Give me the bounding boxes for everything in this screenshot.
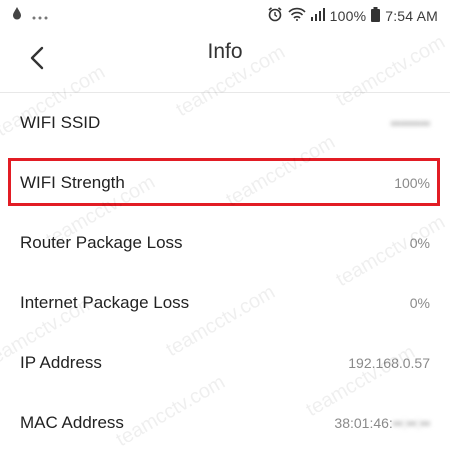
status-left-icons	[12, 6, 48, 23]
status-time: 7:54 AM	[385, 7, 438, 24]
wifi-ssid-value: ••••••••	[390, 115, 430, 131]
row-wifi-ssid: WIFI SSID ••••••••	[0, 94, 450, 154]
status-right-icons: 100% 7:54 AM	[267, 6, 438, 25]
internet-package-loss-value: 0%	[409, 295, 430, 311]
mac-address-value: 38:01:46:••:••:••	[334, 415, 430, 431]
battery-icon	[371, 6, 381, 25]
router-package-loss-label: Router Package Loss	[20, 233, 183, 252]
status-bar: 100% 7:54 AM	[0, 0, 450, 30]
header-divider	[0, 92, 450, 93]
wifi-strength-label: WIFI Strength	[20, 173, 125, 192]
mac-address-hidden: ••:••:••	[392, 415, 430, 431]
wifi-strength-value: 100%	[394, 175, 430, 191]
mac-address-prefix: 38:01:46:	[334, 415, 393, 431]
more-notifications-icon	[32, 7, 48, 23]
signal-icon	[310, 7, 325, 24]
ip-address-label: IP Address	[20, 353, 102, 372]
row-ip-address: IP Address 192.168.0.57	[0, 334, 450, 394]
router-package-loss-value: 0%	[409, 235, 430, 251]
battery-percentage: 100%	[329, 7, 367, 24]
row-router-package-loss: Router Package Loss 0%	[0, 214, 450, 274]
row-internet-package-loss: Internet Package Loss 0%	[0, 274, 450, 334]
wifi-ssid-label: WIFI SSID	[20, 113, 101, 132]
alarm-icon	[267, 6, 283, 25]
row-mac-address: MAC Address 38:01:46:••:••:••	[0, 394, 450, 454]
ip-address-value: 192.168.0.57	[348, 355, 430, 371]
info-list: WIFI SSID •••••••• WIFI Strength 100% Ro…	[0, 94, 450, 454]
internet-package-loss-label: Internet Package Loss	[20, 293, 190, 312]
drop-icon	[12, 6, 22, 23]
wifi-icon	[288, 7, 306, 24]
app-header: Info	[0, 30, 450, 86]
mac-address-label: MAC Address	[20, 413, 124, 432]
page-title: Info	[207, 40, 243, 63]
row-wifi-strength: WIFI Strength 100%	[0, 154, 450, 214]
